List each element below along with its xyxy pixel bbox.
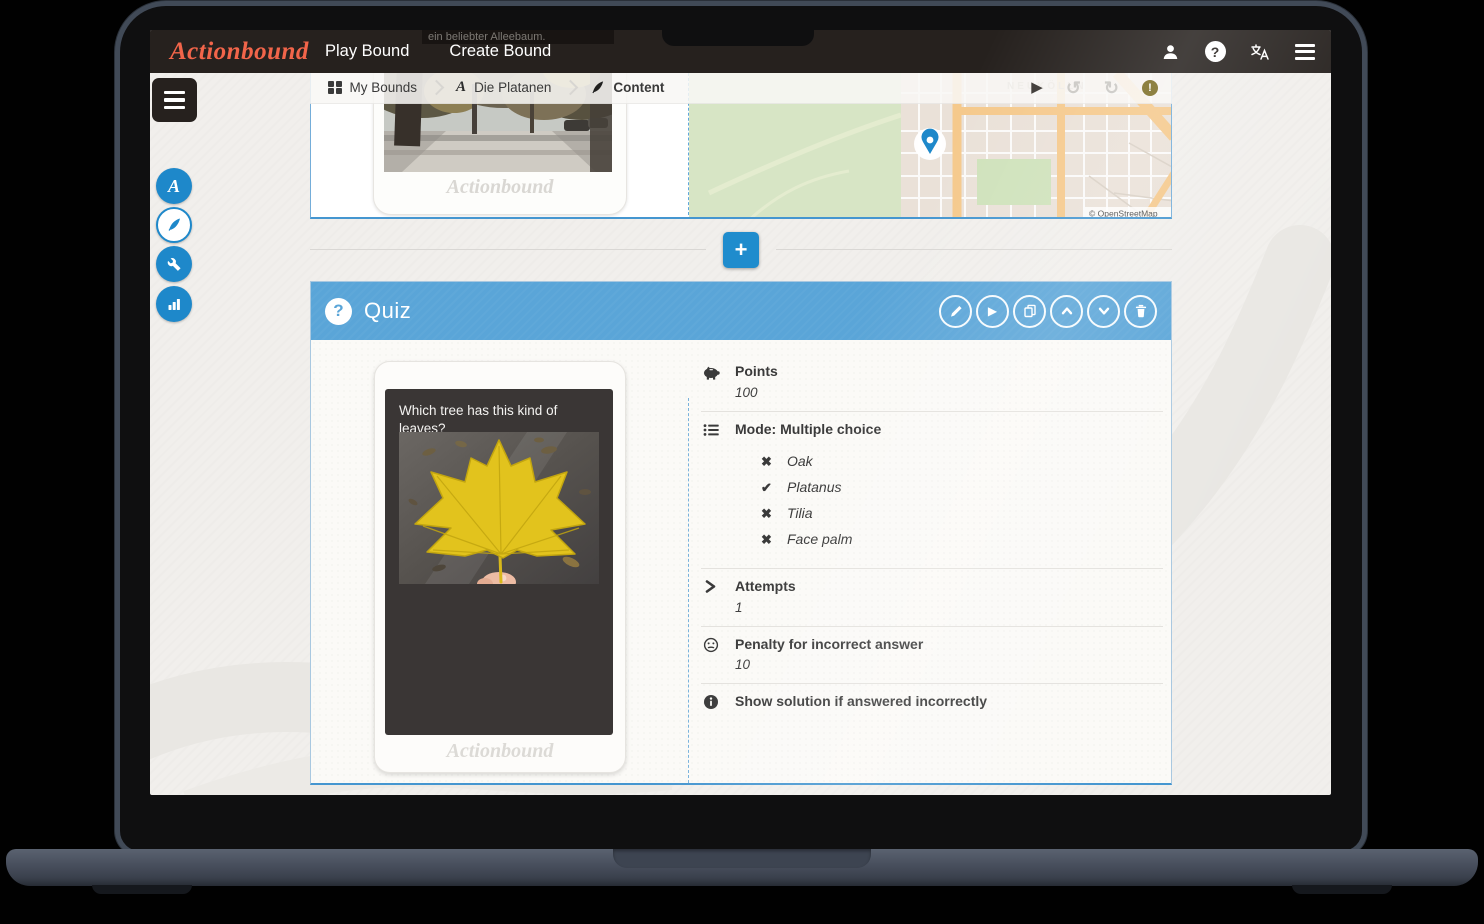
navbar-icons: ? [1158, 30, 1317, 73]
piggybank-icon [701, 363, 730, 400]
phone-screen: Which tree has this kind of leaves? [385, 389, 613, 735]
attempts-row: Attempts 1 [701, 569, 1163, 627]
laptop-base-notch [613, 849, 871, 868]
answer-option: ✖ Face palm [761, 531, 881, 548]
user-icon[interactable] [1158, 40, 1182, 64]
edit-button[interactable] [939, 295, 972, 328]
trash-icon [1134, 304, 1148, 318]
leaf-photo [399, 432, 599, 584]
main-menu: Play Bound Create Bound [325, 30, 551, 73]
redo-button[interactable]: ↻ [1104, 79, 1119, 97]
chevron-right-icon [701, 578, 730, 615]
preview-play-button[interactable]: ▶ [1031, 80, 1043, 95]
actionbound-a-icon: A [456, 79, 466, 96]
sidebar-menu-button[interactable] [152, 78, 197, 122]
points-label: Points [735, 363, 778, 381]
phone-watermark: Actionbound [374, 176, 626, 199]
play-icon: ▶ [988, 305, 997, 317]
pencil-icon [949, 304, 963, 318]
mode-row: Mode: Multiple choice ✖ Oak ✔ Platanus [701, 412, 1163, 570]
answer-option: ✔ Platanus [761, 479, 881, 496]
penalty-value: 10 [735, 657, 923, 672]
answer-option: ✖ Tilia [761, 505, 881, 522]
rail-settings-button[interactable] [156, 246, 192, 282]
rail-stats-button[interactable] [156, 286, 192, 322]
quiz-details: Points 100 Mode: Multiple choice [701, 354, 1163, 722]
quiz-title: Quiz [364, 298, 411, 324]
chevron-separator-icon [563, 80, 579, 96]
wrong-mark-icon: ✖ [761, 454, 775, 470]
info-icon [701, 693, 730, 711]
duplicate-button[interactable] [1013, 295, 1046, 328]
divider-line [776, 249, 1172, 250]
grid-icon [328, 81, 342, 95]
laptop-base [6, 849, 1478, 886]
stage-toolbar: ▶ ↺ ↻ ! [1031, 79, 1158, 97]
correct-mark-icon: ✔ [761, 480, 775, 496]
quiz-type-icon: ? [325, 298, 352, 325]
answer-option: ✖ Oak [761, 453, 881, 470]
quiz-element: ? Quiz ▶ [310, 281, 1172, 785]
preview-detail-divider [688, 398, 689, 783]
undo-button[interactable]: ↺ [1066, 79, 1081, 97]
menu-create-bound[interactable]: Create Bound [449, 42, 551, 61]
chevron-up-icon [1060, 304, 1074, 318]
actionbound-logo[interactable]: Actionbound [170, 30, 309, 73]
bar-chart-icon [167, 297, 181, 311]
solution-row: Show solution if answered incorrectly [701, 684, 1163, 722]
help-icon[interactable]: ? [1203, 40, 1227, 64]
translate-icon[interactable] [1248, 40, 1272, 64]
wrong-mark-icon: ✖ [761, 506, 775, 522]
penalty-row: Penalty for incorrect answer 10 [701, 627, 1163, 685]
actionbound-a-icon: A [168, 176, 180, 197]
chevron-separator-icon [429, 80, 445, 96]
breadcrumb-my-bounds[interactable]: My Bounds [328, 80, 417, 95]
points-value: 100 [735, 385, 778, 400]
divider-line [310, 249, 706, 250]
rail-content-button[interactable] [156, 207, 192, 243]
quiz-phone-preview: Which tree has this kind of leaves? [374, 361, 626, 773]
wrong-mark-icon: ✖ [761, 532, 775, 548]
wrench-icon [167, 257, 182, 272]
feather-icon [590, 80, 605, 95]
menu-icon[interactable] [1293, 40, 1317, 64]
camera-notch [662, 30, 814, 46]
phone-watermark: Actionbound [375, 740, 625, 763]
quiz-header: ? Quiz ▶ [311, 282, 1171, 340]
rail-bound-button[interactable]: A [156, 168, 192, 204]
laptop-foot [92, 885, 192, 894]
quiz-actions: ▶ [939, 295, 1157, 328]
answer-options: ✖ Oak ✔ Platanus ✖ Tilia [761, 453, 881, 548]
laptop-foot [1292, 885, 1392, 894]
attempts-value: 1 [735, 600, 796, 615]
move-down-button[interactable] [1087, 295, 1120, 328]
app-screen: ein beliebter Alleebaum. Actionbound Pla… [150, 30, 1331, 795]
smiley-icon [701, 636, 730, 673]
attempts-label: Attempts [735, 578, 796, 596]
play-button[interactable]: ▶ [976, 295, 1009, 328]
add-element-button[interactable]: + [723, 232, 759, 268]
list-icon [701, 421, 730, 558]
chevron-down-icon [1097, 304, 1111, 318]
map-attribution: © OpenStreetMap [1089, 209, 1158, 219]
solution-label: Show solution if answered incorrectly [735, 693, 987, 711]
map-pin [914, 128, 946, 160]
mode-label: Mode: Multiple choice [735, 421, 881, 439]
quiz-body: Which tree has this kind of leaves? [311, 340, 1171, 783]
copy-icon [1023, 304, 1037, 318]
menu-play-bound[interactable]: Play Bound [325, 42, 409, 61]
breadcrumb-content[interactable]: Content [590, 80, 664, 95]
breadcrumb-bound[interactable]: A Die Platanen [456, 79, 551, 96]
warning-icon[interactable]: ! [1142, 80, 1158, 96]
breadcrumb: My Bounds A Die Platanen Content ▶ ↺ ↻ ! [310, 72, 1172, 104]
penalty-label: Penalty for incorrect answer [735, 636, 923, 654]
feather-icon [166, 217, 182, 233]
laptop-mockup: ein beliebter Alleebaum. Actionbound Pla… [0, 0, 1484, 924]
points-row: Points 100 [701, 354, 1163, 412]
delete-button[interactable] [1124, 295, 1157, 328]
move-up-button[interactable] [1050, 295, 1083, 328]
